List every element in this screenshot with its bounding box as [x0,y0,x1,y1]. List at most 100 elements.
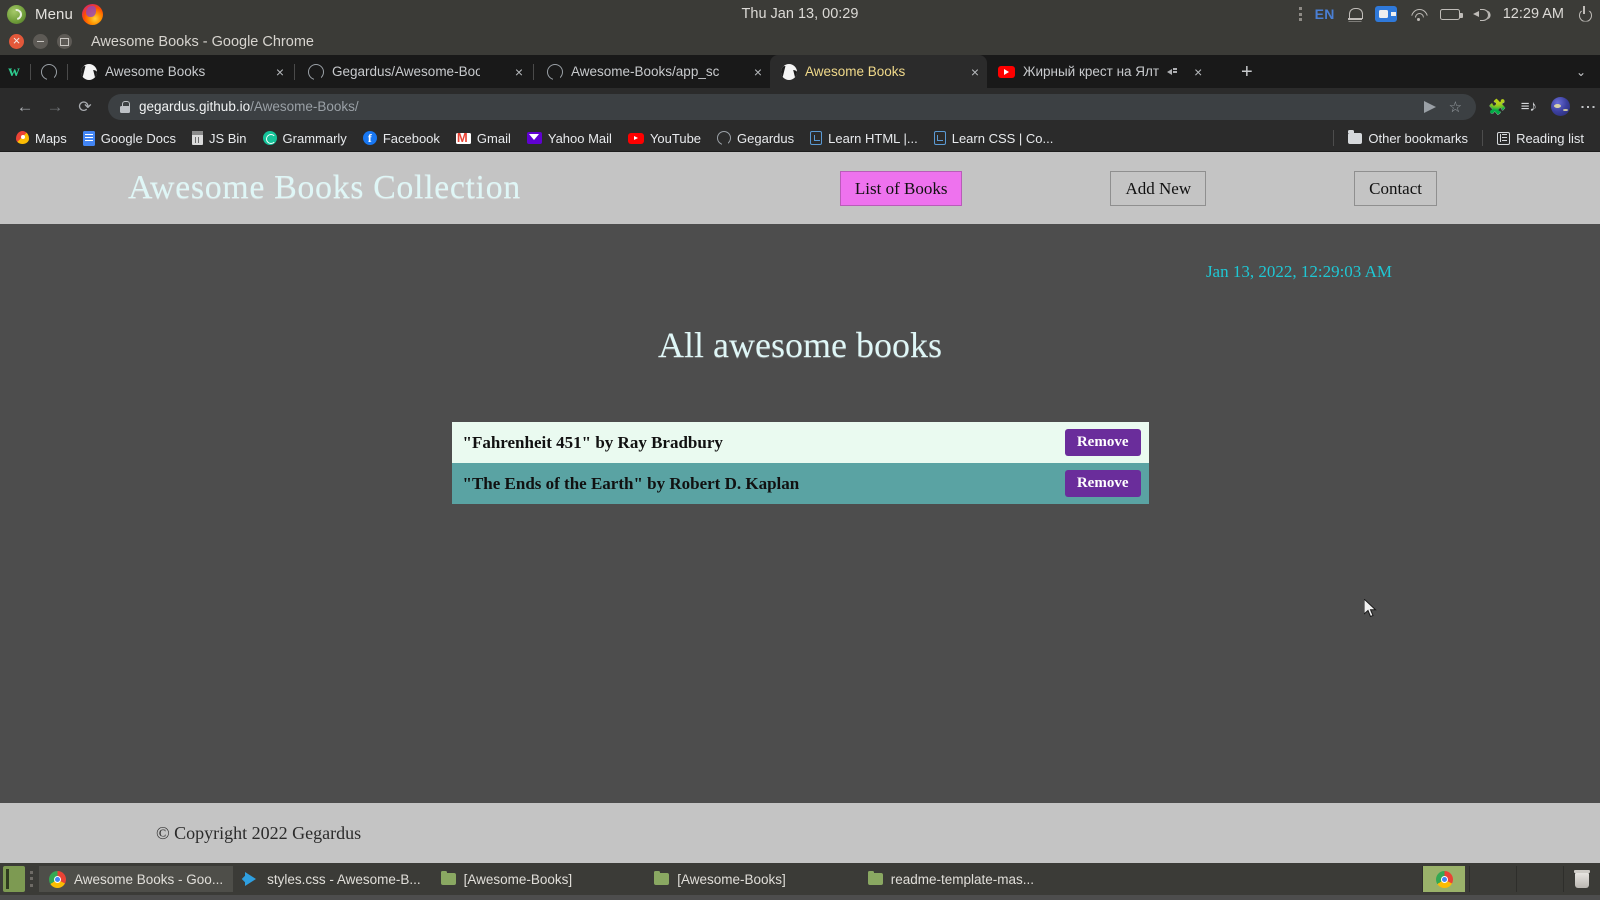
tab-close-icon[interactable]: × [1194,64,1202,80]
page-title: Awesome Books Collection [128,169,521,206]
url-host: gegardus.github.io [139,99,251,114]
minimize-icon[interactable] [33,34,48,49]
bookmark-google-docs[interactable]: Google Docs [75,127,184,149]
tab-awesome-books-app-scr[interactable]: Awesome-Books/app_scr × [536,55,770,88]
bookmark-youtube[interactable]: YouTube [620,127,709,149]
bookmark-grammarly[interactable]: Grammarly [255,127,355,149]
tab-label: Gegardus/Awesome-Book [332,64,480,79]
jsbin-icon [191,131,203,145]
taskbar-item-folder-1[interactable]: [Awesome-Books] [431,866,583,892]
bookmark-yahoo-mail[interactable]: Yahoo Mail [519,127,620,149]
tab-gegardus-awesome-books[interactable]: Gegardus/Awesome-Book × [297,55,531,88]
taskbar-item-folder-2[interactable]: [Awesome-Books] [644,866,796,892]
divider [1482,130,1484,146]
github-icon [547,63,563,80]
chrome-launcher-icon[interactable] [1423,866,1465,892]
profile-avatar[interactable] [1551,97,1570,116]
reading-list-button[interactable]: Reading list [1489,127,1592,149]
code-icon [933,131,946,145]
bookmark-label: JS Bin [208,130,247,146]
youtube-icon [627,132,644,144]
taskbar-item-readme[interactable]: readme-template-mas... [858,866,1044,892]
bell-icon[interactable] [1347,7,1363,22]
tab-label: Awesome Books [105,64,206,79]
bookmark-js-bin[interactable]: JS Bin [184,127,255,149]
close-icon[interactable] [9,34,24,49]
tab-awesome-books-1[interactable]: Awesome Books × [70,55,292,88]
tab-close-icon[interactable]: × [971,64,979,80]
new-tab-button[interactable]: + [1229,62,1265,82]
tab-awesome-books-active[interactable]: Awesome Books × [770,55,987,88]
browser-toolbar: ← → ⟳ gegardus.github.io/Awesome-Books/ … [0,88,1600,125]
video-camera-icon[interactable] [1374,6,1397,22]
github-icon [308,63,324,80]
reload-button[interactable]: ⟳ [70,92,100,122]
tab-label: Жирный крест на Ялт [1023,64,1160,79]
maps-icon [16,130,29,146]
book-title: "The Ends of the Earth" by Robert D. Kap… [462,473,800,493]
bookmark-learn-html[interactable]: Learn HTML |... [802,127,926,149]
remove-button[interactable]: Remove [1064,470,1141,497]
menu-label[interactable]: Menu [35,6,73,23]
back-button[interactable]: ← [10,92,40,122]
taskbar-item-chrome[interactable]: Awesome Books - Goo... [39,866,234,892]
tab-close-icon[interactable]: × [754,64,762,80]
copyright-text: © Copyright 2022 Gegardus [156,822,362,843]
nav-contact[interactable]: Contact [1354,170,1437,206]
tray-grip-icon [1298,7,1302,21]
chrome-icon [49,870,66,888]
taskbar-item-label: readme-template-mas... [890,871,1035,887]
taskbar-item-vscode[interactable]: styles.css - Awesome-B... [233,866,431,892]
bookmark-label: Gmail [476,130,511,146]
lock-icon[interactable] [120,100,130,113]
wifi-icon[interactable] [1410,8,1427,21]
mouse-cursor [1364,599,1377,618]
firefox-icon[interactable] [81,3,103,25]
taskbar-item-label: styles.css - Awesome-B... [267,871,421,887]
window-title: Awesome Books - Google Chrome [91,33,314,50]
tab-youtube-video[interactable]: Жирный крест на Ялт × [987,55,1229,88]
tab-search-chevron-down-icon[interactable]: ⌄ [1576,65,1600,79]
other-bookmarks-button[interactable]: Other bookmarks [1340,127,1476,149]
pinned-tab-github[interactable] [33,55,65,88]
bookmark-label: Yahoo Mail [547,130,612,146]
tray-clock[interactable]: 12:29 AM [1503,6,1564,22]
wsl-icon[interactable]: w [0,55,28,88]
tab-close-icon[interactable]: × [276,64,284,80]
bookmark-gegardus[interactable]: Gegardus [709,127,802,149]
bookmark-star-icon[interactable]: ☆ [1449,98,1462,116]
chrome-menu-icon[interactable]: ⋮ [1579,99,1596,115]
remove-button[interactable]: Remove [1064,429,1141,456]
window-titlebar: Awesome Books - Google Chrome [0,28,1600,55]
send-to-devices-icon[interactable] [1423,100,1436,113]
grammarly-icon [262,131,277,145]
maximize-icon[interactable] [57,34,72,49]
nav-add-new[interactable]: Add New [1110,170,1207,206]
menu-orb-icon[interactable] [7,4,26,24]
forward-button[interactable]: → [40,92,70,122]
site-nav: List of Books Add New Contact [839,170,1600,206]
bookmark-label: Learn HTML |... [828,130,918,146]
extensions-puzzle-icon[interactable]: 🧩 [1488,98,1507,116]
nav-list-of-books[interactable]: List of Books [839,170,963,206]
globe-icon [81,63,97,80]
language-indicator[interactable]: EN [1315,6,1335,22]
show-desktop-icon[interactable] [3,866,25,892]
battery-icon[interactable] [1439,8,1463,20]
folder-icon [1348,130,1363,144]
taskbar-item-label: [Awesome-Books] [463,871,573,887]
web-page-viewport: Awesome Books Collection List of Books A… [0,152,1600,863]
os-system-tray: EN 12:29 AM [1298,6,1600,22]
bookmark-gmail[interactable]: Gmail [448,127,519,149]
volume-icon[interactable] [1472,7,1490,21]
os-top-panel: Menu Thu Jan 13, 00:29 EN 12:29 AM [0,0,1600,28]
reading-list-icon[interactable]: ≡♪ [1521,98,1537,115]
bookmark-maps[interactable]: Maps [8,127,75,149]
bookmark-facebook[interactable]: Facebook [355,127,448,149]
address-bar[interactable]: gegardus.github.io/Awesome-Books/ ☆ [108,93,1477,120]
tab-audio-mute-icon[interactable] [1167,66,1180,78]
trash-icon[interactable] [1574,870,1590,888]
power-icon[interactable] [1577,6,1592,22]
bookmark-learn-css[interactable]: Learn CSS | Co... [926,127,1062,149]
tab-close-icon[interactable]: × [515,64,523,80]
